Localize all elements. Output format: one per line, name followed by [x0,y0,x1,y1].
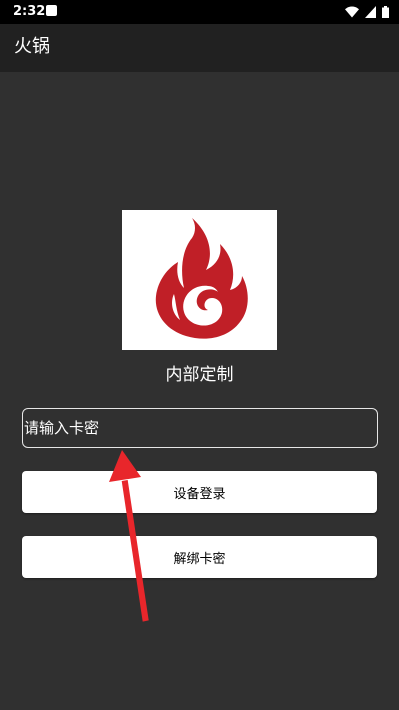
app-title: 火锅 [14,36,50,57]
wifi-icon [345,6,359,18]
status-icons [345,4,389,20]
app-logo [122,210,277,350]
flame-logo-icon [155,218,248,339]
notification-icon [46,5,57,16]
cellular-signal-icon [365,6,376,18]
unbind-card-button[interactable]: 解绑卡密 [22,536,377,578]
status-bar: 2:32 [0,0,399,24]
brand-subtitle: 内部定制 [165,365,234,385]
card-key-input[interactable] [22,408,378,448]
status-time: 2:32 [13,4,46,19]
device-login-button[interactable]: 设备登录 [22,471,377,513]
battery-icon [382,6,389,18]
red-arrow-icon [109,450,149,622]
app-bar: 火锅 [0,24,399,72]
